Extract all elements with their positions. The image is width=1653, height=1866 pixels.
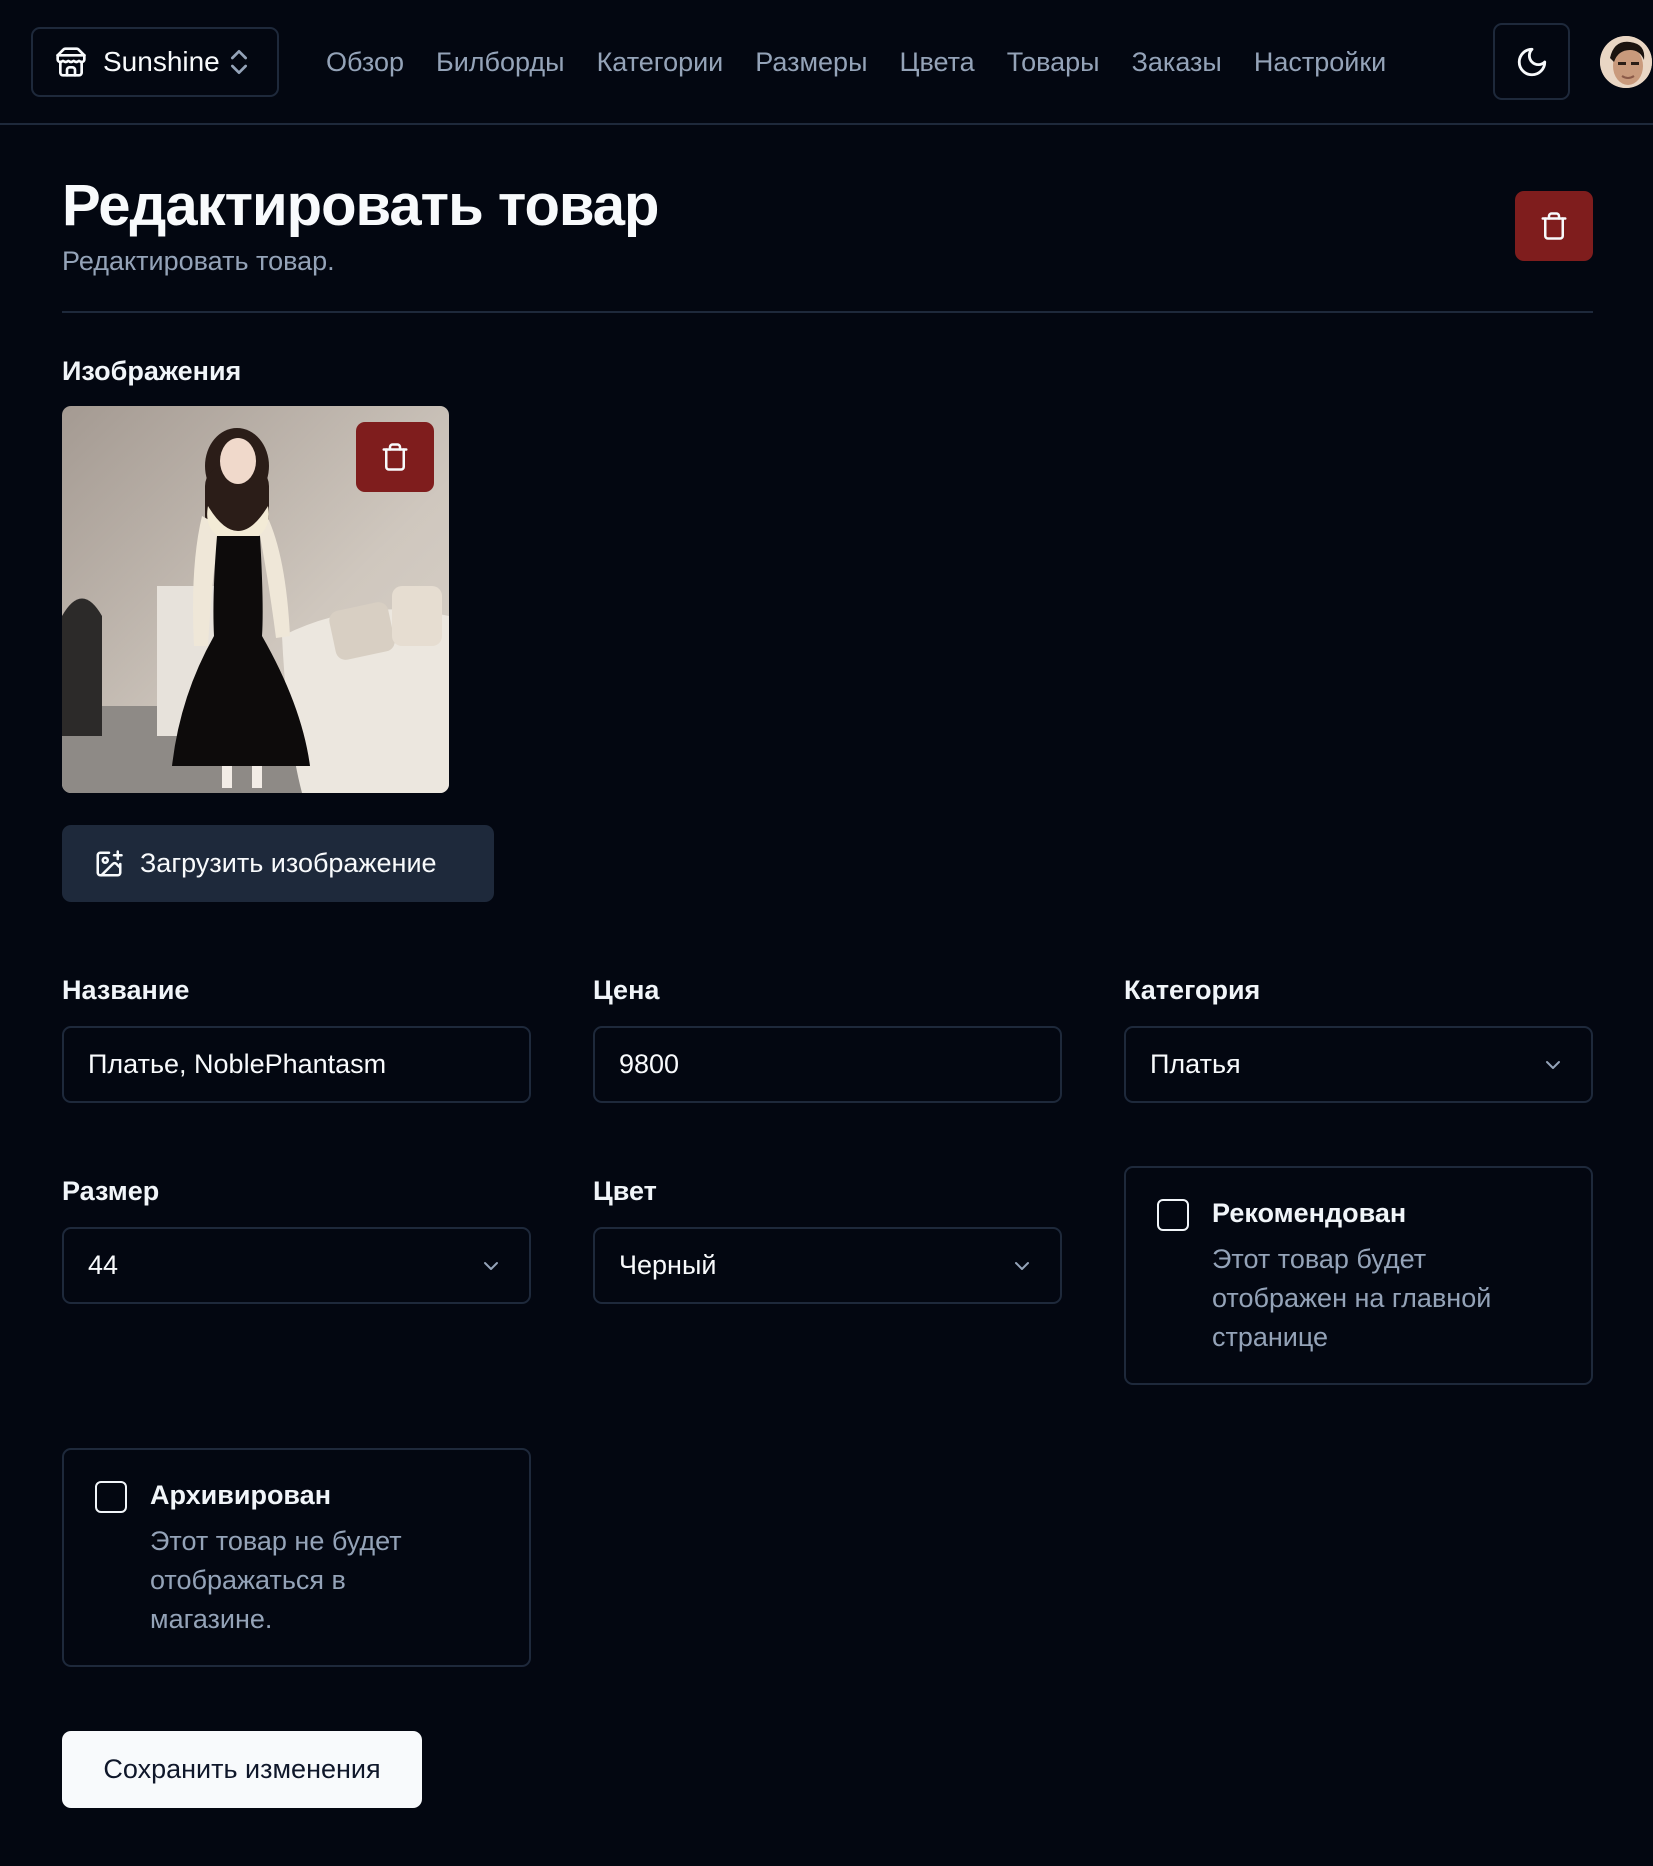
chevron-down-icon (479, 1254, 503, 1278)
store-name: Sunshine (103, 46, 220, 77)
color-label: Цвет (593, 1176, 657, 1206)
size-label: Размер (62, 1176, 160, 1206)
nav-item-sizes[interactable]: Размеры (755, 47, 867, 78)
featured-description: Этот товар будет отображен на главной ст… (1212, 1244, 1492, 1352)
nav-item-billboards[interactable]: Билборды (436, 47, 565, 78)
nav-item-categories[interactable]: Категории (597, 47, 724, 78)
trash-icon (1539, 211, 1569, 241)
featured-title: Рекомендован (1212, 1198, 1407, 1228)
size-value: 44 (88, 1250, 119, 1280)
top-navigation-bar: Sunshine Обзор Билборды Категории Размер… (0, 0, 1653, 125)
header-separator (62, 311, 1593, 313)
archived-title: Архивирован (150, 1480, 331, 1510)
size-select[interactable]: 44 (62, 1227, 531, 1304)
nav-item-orders[interactable]: Заказы (1132, 47, 1222, 78)
archived-option: Архивирован Этот товар не будет отобража… (62, 1448, 531, 1667)
featured-option: Рекомендован Этот товар будет отображен … (1124, 1166, 1593, 1385)
category-select[interactable]: Платья (1124, 1026, 1593, 1103)
theme-toggle-button[interactable] (1493, 23, 1570, 100)
archived-description: Этот товар не будет отображаться в магаз… (150, 1526, 402, 1634)
remove-image-button[interactable] (356, 422, 434, 492)
price-field (593, 1026, 1062, 1103)
moon-icon (1515, 45, 1549, 79)
page-title: Редактировать товар (62, 173, 659, 238)
nav-item-products[interactable]: Товары (1007, 47, 1100, 78)
archived-checkbox[interactable] (95, 1481, 127, 1513)
save-changes-button[interactable]: Сохранить изменения (62, 1731, 422, 1808)
chevron-down-icon (1541, 1053, 1565, 1077)
page-description: Редактировать товар. (62, 246, 335, 276)
image-plus-icon (94, 849, 124, 879)
featured-checkbox[interactable] (1157, 1199, 1189, 1231)
trash-icon (380, 442, 410, 472)
price-input[interactable] (619, 1049, 1060, 1080)
nav-item-overview[interactable]: Обзор (326, 47, 404, 78)
user-avatar[interactable] (1600, 36, 1652, 88)
nav-item-colors[interactable]: Цвета (899, 47, 974, 78)
chevrons-up-down-icon (228, 46, 250, 78)
main-nav: Обзор Билборды Категории Размеры Цвета Т… (326, 36, 1386, 88)
store-icon (55, 46, 87, 78)
upload-image-button[interactable]: Загрузить изображение (62, 825, 494, 902)
name-field (62, 1026, 531, 1103)
upload-image-label: Загрузить изображение (140, 848, 437, 878)
store-switcher[interactable]: Sunshine (31, 27, 279, 97)
color-value: Черный (619, 1250, 717, 1280)
chevron-down-icon (1010, 1254, 1034, 1278)
images-label: Изображения (62, 356, 242, 386)
category-label: Категория (1124, 975, 1261, 1005)
color-select[interactable]: Черный (593, 1227, 1062, 1304)
nav-item-settings[interactable]: Настройки (1254, 47, 1386, 78)
name-label: Название (62, 975, 190, 1005)
name-input[interactable] (88, 1049, 529, 1080)
category-value: Платья (1150, 1049, 1241, 1079)
delete-product-button[interactable] (1515, 191, 1593, 261)
price-label: Цена (593, 975, 660, 1005)
